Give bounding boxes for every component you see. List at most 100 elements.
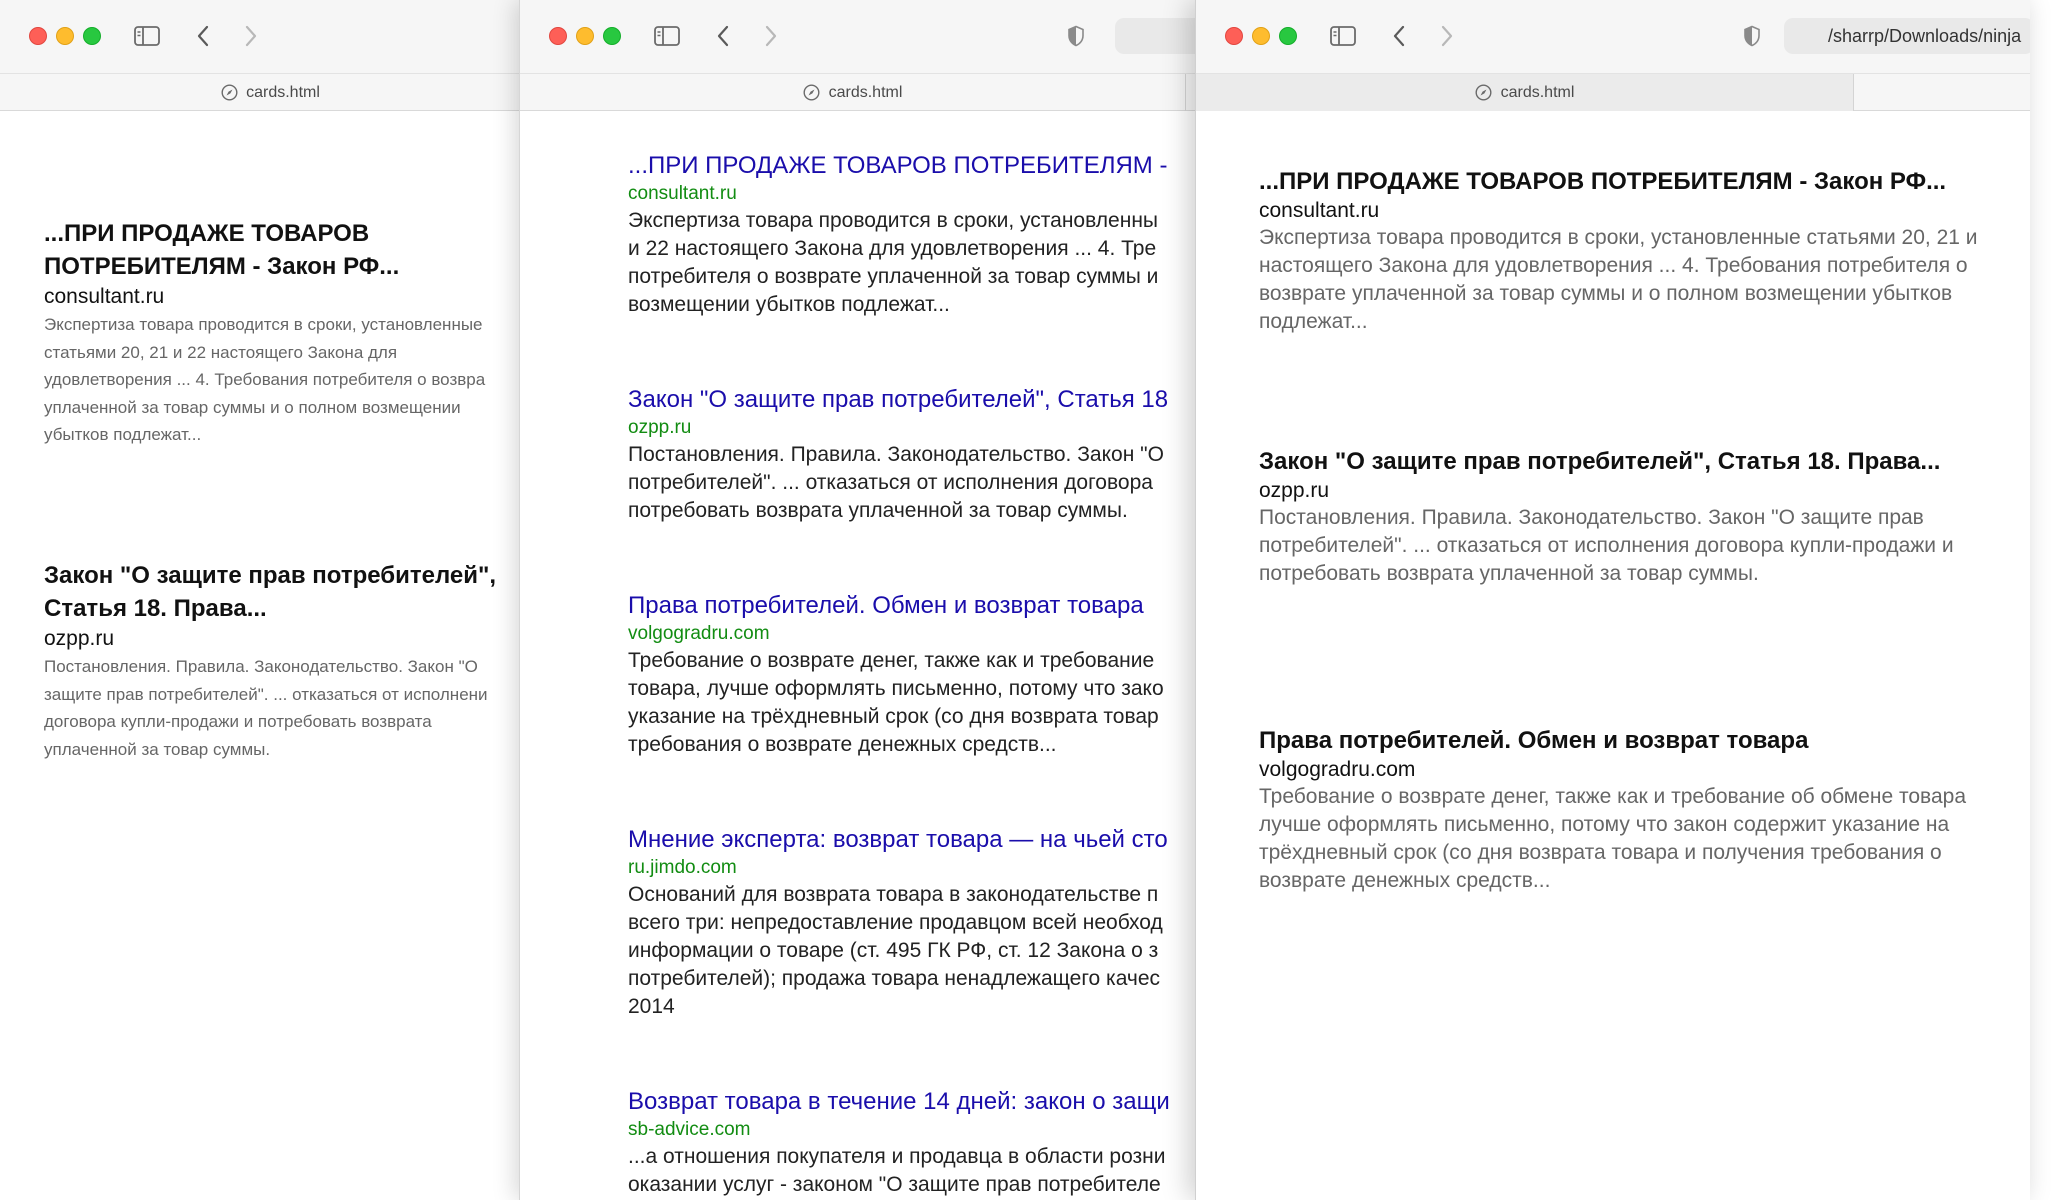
chevron-right-icon[interactable] — [1432, 21, 1462, 51]
minimize-button[interactable] — [56, 27, 74, 45]
tab-label: cards.html — [1500, 83, 1575, 101]
snippet-line: ...а отношения покупателя и продавца в о… — [628, 1145, 1166, 1168]
snippet-line: настоящего Закона для удовлетворения ...… — [1259, 254, 1968, 277]
result-snippet: Экспертиза товара проводится в сроки, ус… — [1259, 224, 1978, 336]
result-title-link[interactable]: Возврат товара в течение 14 дней: закон … — [628, 1087, 1170, 1117]
chevron-right-icon[interactable] — [756, 21, 786, 51]
snippet-line: статьями 20, 21 и 22 настоящего Закона д… — [44, 342, 398, 362]
privacy-shield-icon[interactable] — [1737, 21, 1767, 51]
compass-icon — [1475, 84, 1493, 102]
snippet-line: договора купли-продажи и потребовать воз… — [44, 712, 432, 731]
chevron-right-icon[interactable] — [236, 21, 266, 51]
title-line: ...ПРИ ПРОДАЖЕ ТОВАРОВ — [44, 220, 370, 247]
snippet-line: возмещении убытков подлежат... — [628, 293, 950, 316]
tab-bar: cards.html — [520, 73, 1220, 111]
chevron-left-icon[interactable] — [1384, 21, 1414, 51]
snippet-line: возврате денежных средств... — [1259, 869, 1551, 892]
result-title-link[interactable]: ...ПРИ ПРОДАЖЕ ТОВАРОВ ПОТРЕБИТЕЛЯМ - — [628, 151, 1167, 181]
snippet-line: потребителей". ... отказаться от исполне… — [628, 471, 1153, 494]
sidebar-toggle-icon[interactable] — [652, 21, 682, 51]
snippet-line: Постановления. Правила. Законодательство… — [44, 657, 478, 676]
result-card: ...ПРИ ПРОДАЖЕ ТОВАРОВ ПОТРЕБИТЕЛЯМ - co… — [628, 151, 1167, 319]
snippet-line: информации о товаре (ст. 495 ГК РФ, ст. … — [628, 939, 1159, 962]
page-content: ...ПРИ ПРОДАЖЕ ТОВАРОВ ПОТРЕБИТЕЛЯМ - За… — [1196, 111, 2030, 1200]
result-domain: ru.jimdo.com — [628, 857, 737, 878]
toolbar — [520, 0, 1220, 73]
snippet-line: трёхдневный срок (со дня возврата товара… — [1259, 841, 1942, 864]
snippet-line: потребителя о возврате уплаченной за тов… — [628, 265, 1159, 288]
result-title-link[interactable]: Права потребителей. Обмен и возврат това… — [628, 591, 1164, 621]
result-domain: sb-advice.com — [628, 1119, 751, 1140]
result-title[interactable]: Закон "О защите прав потребителей", Стат… — [44, 559, 496, 625]
result-title-link[interactable]: Мнение эксперта: возврат товара — на чье… — [628, 825, 1168, 855]
tab-bar: cards.html — [0, 73, 540, 111]
result-domain: ozpp.ru — [628, 417, 692, 438]
minimize-button[interactable] — [576, 27, 594, 45]
sidebar-toggle-icon[interactable] — [1328, 21, 1358, 51]
result-card: Мнение эксперта: возврат товара — на чье… — [628, 825, 1168, 1021]
privacy-shield-icon[interactable] — [1061, 21, 1091, 51]
result-snippet: Требование о возврате денег, также как и… — [1259, 783, 1966, 895]
snippet-line: Экспертиза товара проводится в сроки, ус… — [44, 315, 483, 334]
result-title[interactable]: Права потребителей. Обмен и возврат това… — [1259, 726, 1966, 756]
result-domain: consultant.ru — [628, 183, 737, 204]
result-domain: volgogradru.com — [1259, 758, 1416, 781]
snippet-line: Экспертиза товара проводится в сроки, ус… — [628, 209, 1159, 232]
title-line: ПОТРЕБИТЕЛЯМ - Закон РФ... — [44, 253, 400, 280]
result-snippet: Постановления. Правила. Законодательство… — [44, 653, 496, 763]
tab-cards-active[interactable]: cards.html — [1196, 74, 1854, 111]
compass-icon — [220, 84, 238, 102]
snippet-line: уплаченной за товар суммы. — [44, 739, 271, 759]
tab-cards[interactable]: cards.html — [0, 74, 540, 111]
snippet-line: Требование о возврате денег, также как и… — [1259, 785, 1966, 808]
result-snippet: ...а отношения покупателя и продавца в о… — [628, 1143, 1170, 1199]
snippet-line: защите прав потребителей". ... отказатьс… — [44, 684, 488, 704]
snippet-line: Оснований для возврата товара в законода… — [628, 883, 1159, 906]
compass-icon — [803, 84, 821, 102]
snippet-line: и 22 настоящего Закона для удовлетворени… — [628, 237, 1157, 260]
result-domain: ozpp.ru — [1259, 479, 1330, 502]
result-domain: consultant.ru — [1259, 199, 1380, 222]
zoom-button[interactable] — [83, 27, 101, 45]
snippet-line: уплаченной за товар суммы и о полном воз… — [44, 397, 461, 417]
toolbar: /sharrp/Downloads/ninja — [1196, 0, 2030, 73]
title-line: Статья 18. Права... — [44, 595, 267, 622]
chevron-left-icon[interactable] — [188, 21, 218, 51]
result-snippet: Требование о возврате денег, также как и… — [628, 647, 1164, 759]
result-card: Возврат товара в течение 14 дней: закон … — [628, 1087, 1170, 1199]
snippet-line: Постановления. Правила. Законодательство… — [628, 443, 1164, 466]
zoom-button[interactable] — [603, 27, 621, 45]
snippet-line: возврате уплаченной за товар суммы и о п… — [1259, 282, 1953, 305]
result-title[interactable]: Закон "О защите прав потребителей", Стат… — [1259, 447, 1954, 477]
result-snippet: Экспертиза товара проводится в сроки, ус… — [44, 311, 485, 449]
result-title-link[interactable]: Закон "О защите прав потребителей", Стат… — [628, 385, 1168, 415]
chevron-left-icon[interactable] — [708, 21, 738, 51]
close-button[interactable] — [549, 27, 567, 45]
result-card: Права потребителей. Обмен и возврат това… — [1259, 726, 1966, 895]
zoom-button[interactable] — [1279, 27, 1297, 45]
sidebar-toggle-icon[interactable] — [132, 21, 162, 51]
snippet-line: Экспертиза товара проводится в сроки, ус… — [1259, 226, 1978, 249]
result-snippet: Экспертиза товара проводится в сроки, ус… — [628, 207, 1167, 319]
minimize-button[interactable] — [1252, 27, 1270, 45]
result-domain: ozpp.ru — [44, 627, 115, 650]
result-card: Закон "О защите прав потребителей", Стат… — [628, 385, 1168, 525]
tab-cards[interactable]: cards.html — [520, 74, 1186, 111]
toolbar — [0, 0, 540, 73]
result-domain: consultant.ru — [44, 285, 165, 308]
result-card: ...ПРИ ПРОДАЖЕ ТОВАРОВ ПОТРЕБИТЕЛЯМ - За… — [1259, 167, 1978, 336]
browser-window-3: /sharrp/Downloads/ninja cards.html ...ПР… — [1195, 0, 2030, 1200]
snippet-line: требования о возврате денежных средств..… — [628, 733, 1057, 756]
result-title[interactable]: ...ПРИ ПРОДАЖЕ ТОВАРОВ ПОТРЕБИТЕЛЯМ - За… — [1259, 167, 1978, 197]
page-content: ...ПРИ ПРОДАЖЕ ТОВАРОВ ПОТРЕБИТЕЛЯМ - co… — [520, 111, 1220, 1200]
browser-window-2: cards.html ...ПРИ ПРОДАЖЕ ТОВАРОВ ПОТРЕБ… — [519, 0, 1220, 1200]
address-bar[interactable]: /sharrp/Downloads/ninja — [1784, 18, 2030, 54]
snippet-line: убытков подлежат... — [44, 425, 202, 444]
close-button[interactable] — [1225, 27, 1243, 45]
snippet-line: потребовать возврата уплаченной за товар… — [1259, 562, 1759, 585]
snippet-line: потребителей); продажа товара ненадлежащ… — [628, 967, 1161, 990]
close-button[interactable] — [29, 27, 47, 45]
snippet-line: всего три: непредоставление продавцом вс… — [628, 911, 1163, 934]
result-title[interactable]: ...ПРИ ПРОДАЖЕ ТОВАРОВ ПОТРЕБИТЕЛЯМ - За… — [44, 217, 485, 283]
result-card: ...ПРИ ПРОДАЖЕ ТОВАРОВ ПОТРЕБИТЕЛЯМ - За… — [44, 217, 485, 449]
